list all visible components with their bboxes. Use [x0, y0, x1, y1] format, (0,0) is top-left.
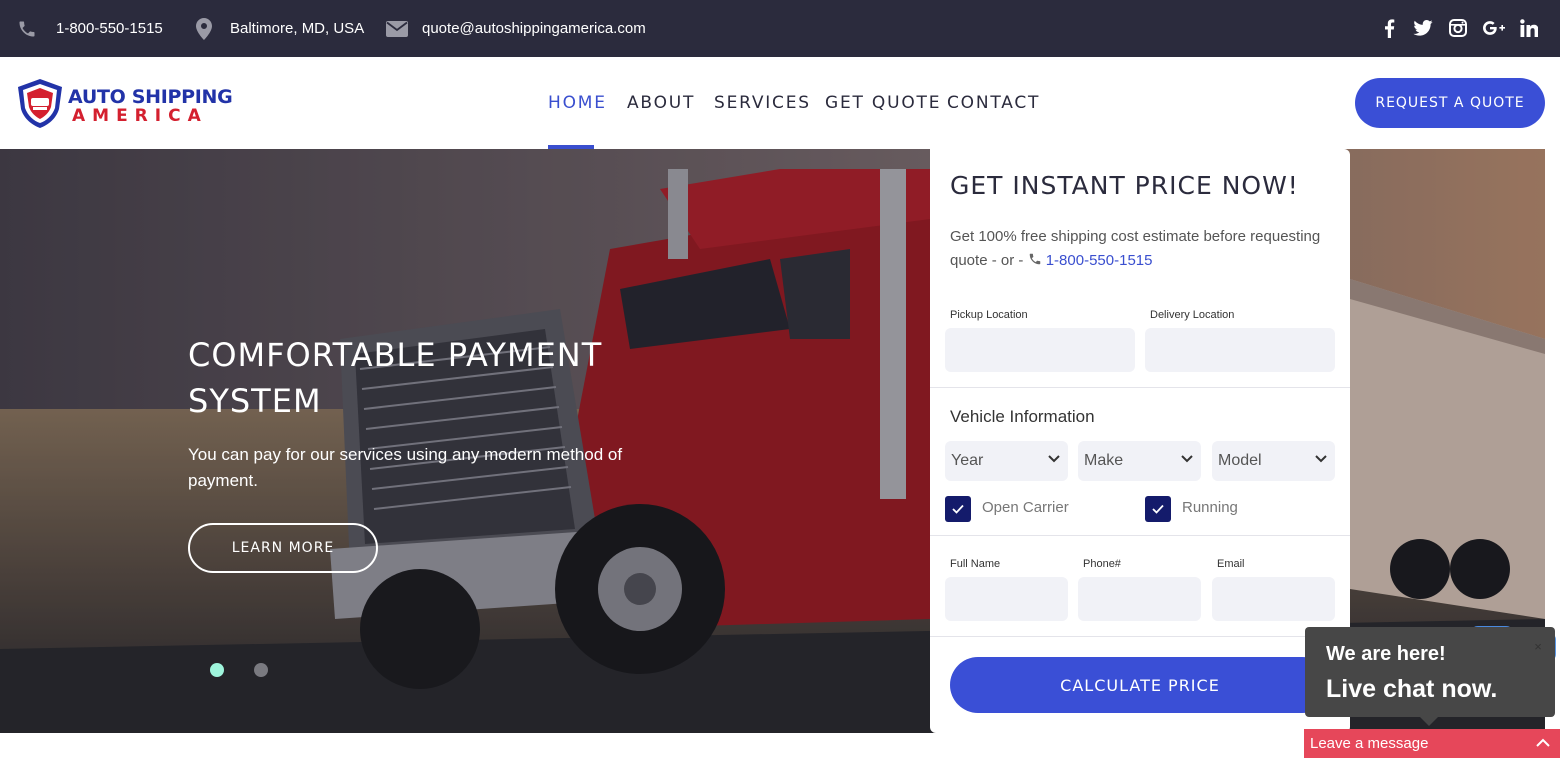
form-divider: [930, 636, 1350, 637]
form-subtitle: Get 100% free shipping cost estimate bef…: [950, 225, 1340, 273]
learn-more-button[interactable]: LEARN MORE: [188, 523, 378, 573]
chat-line2: Live chat now.: [1326, 675, 1498, 703]
mail-icon: [386, 20, 408, 37]
chat-line1: We are here!: [1326, 643, 1446, 665]
logo-shield-icon: [18, 79, 62, 128]
top-phone[interactable]: 1-800-550-1515: [16, 0, 163, 57]
instagram-icon[interactable]: [1445, 16, 1471, 40]
chevron-down-icon: [1048, 455, 1060, 463]
running-label: Running: [1182, 499, 1238, 516]
open-carrier-checkbox[interactable]: [945, 496, 971, 522]
chevron-up-icon: [1536, 738, 1550, 747]
vehicle-info-title: Vehicle Information: [950, 407, 1095, 426]
delivery-label: Delivery Location: [1150, 309, 1235, 321]
facebook-icon[interactable]: [1376, 16, 1402, 40]
hero-title: COMFORTABLE PAYMENT SYSTEM: [188, 336, 603, 420]
calculate-price-button[interactable]: CALCULATE PRICE: [950, 657, 1330, 713]
top-bar: 1-800-550-1515 Baltimore, MD, USA quote@…: [0, 0, 1560, 57]
logo[interactable]: AUTO SHIPPING AMERICA: [14, 77, 233, 129]
top-email[interactable]: quote@autoshippingamerica.com: [386, 0, 646, 57]
phone-label: Phone#: [1083, 558, 1121, 570]
nav-about[interactable]: ABOUT: [627, 57, 695, 149]
make-select-value: Make: [1084, 452, 1124, 469]
chevron-down-icon: [1181, 455, 1193, 463]
linkedin-icon[interactable]: [1516, 16, 1542, 40]
live-chat-widget[interactable]: We are here! Live chat now.: [1305, 627, 1555, 717]
running-checkbox[interactable]: [1145, 496, 1171, 522]
map-pin-icon: [195, 17, 213, 40]
request-quote-button[interactable]: REQUEST A QUOTE: [1355, 78, 1545, 128]
twitter-icon[interactable]: [1410, 16, 1436, 40]
checkmark-icon: [952, 504, 964, 514]
nav-contact[interactable]: CONTACT: [947, 57, 1040, 149]
phone-icon: [16, 19, 38, 39]
google-plus-icon[interactable]: [1481, 16, 1507, 40]
full-name-label: Full Name: [950, 558, 1001, 570]
close-icon[interactable]: ×: [1530, 638, 1546, 654]
model-select-value: Model: [1218, 452, 1262, 469]
phone-icon: [1029, 253, 1040, 265]
slider-dot-2[interactable]: [254, 663, 268, 677]
top-phone-text: 1-800-550-1515: [56, 20, 163, 37]
form-phone-text: 1-800-550-1515: [1045, 252, 1153, 269]
form-divider: [930, 535, 1350, 536]
delivery-location-input[interactable]: [1145, 328, 1335, 372]
instant-price-form: GET INSTANT PRICE NOW! Get 100% free shi…: [930, 149, 1350, 733]
email-label: Email: [1217, 558, 1245, 570]
make-select[interactable]: Make: [1078, 441, 1201, 481]
chat-tail: [1420, 717, 1438, 726]
checkmark-icon: [1152, 504, 1164, 514]
pickup-location-input[interactable]: [945, 328, 1135, 372]
leave-message-text: Leave a message: [1310, 735, 1429, 752]
phone-input[interactable]: [1078, 577, 1201, 621]
nav-get-quote[interactable]: GET QUOTE: [825, 57, 941, 149]
year-select-value: Year: [951, 452, 984, 469]
email-input[interactable]: [1212, 577, 1335, 621]
form-divider: [930, 387, 1350, 388]
leave-message-bar[interactable]: Leave a message: [1304, 729, 1560, 758]
top-location-text: Baltimore, MD, USA: [230, 20, 365, 37]
main-header: AUTO SHIPPING AMERICA HOME ABOUT SERVICE…: [0, 57, 1560, 149]
hero-description: You can pay for our services using any m…: [188, 445, 623, 490]
model-select[interactable]: Model: [1212, 441, 1335, 481]
chevron-down-icon: [1315, 455, 1327, 463]
open-carrier-label: Open Carrier: [982, 499, 1069, 516]
top-location: Baltimore, MD, USA: [195, 0, 364, 57]
slider-dot-1[interactable]: [210, 663, 224, 677]
form-title: GET INSTANT PRICE NOW!: [950, 171, 1299, 200]
year-select[interactable]: Year: [945, 441, 1068, 481]
nav-home[interactable]: HOME: [548, 57, 607, 149]
logo-line2: AMERICA: [72, 106, 208, 126]
form-phone-link[interactable]: 1-800-550-1515: [1028, 252, 1153, 269]
logo-line1: AUTO SHIPPING: [68, 86, 233, 108]
full-name-input[interactable]: [945, 577, 1068, 621]
top-email-text: quote@autoshippingamerica.com: [422, 20, 646, 37]
nav-services[interactable]: SERVICES: [714, 57, 811, 149]
pickup-label: Pickup Location: [950, 309, 1028, 321]
